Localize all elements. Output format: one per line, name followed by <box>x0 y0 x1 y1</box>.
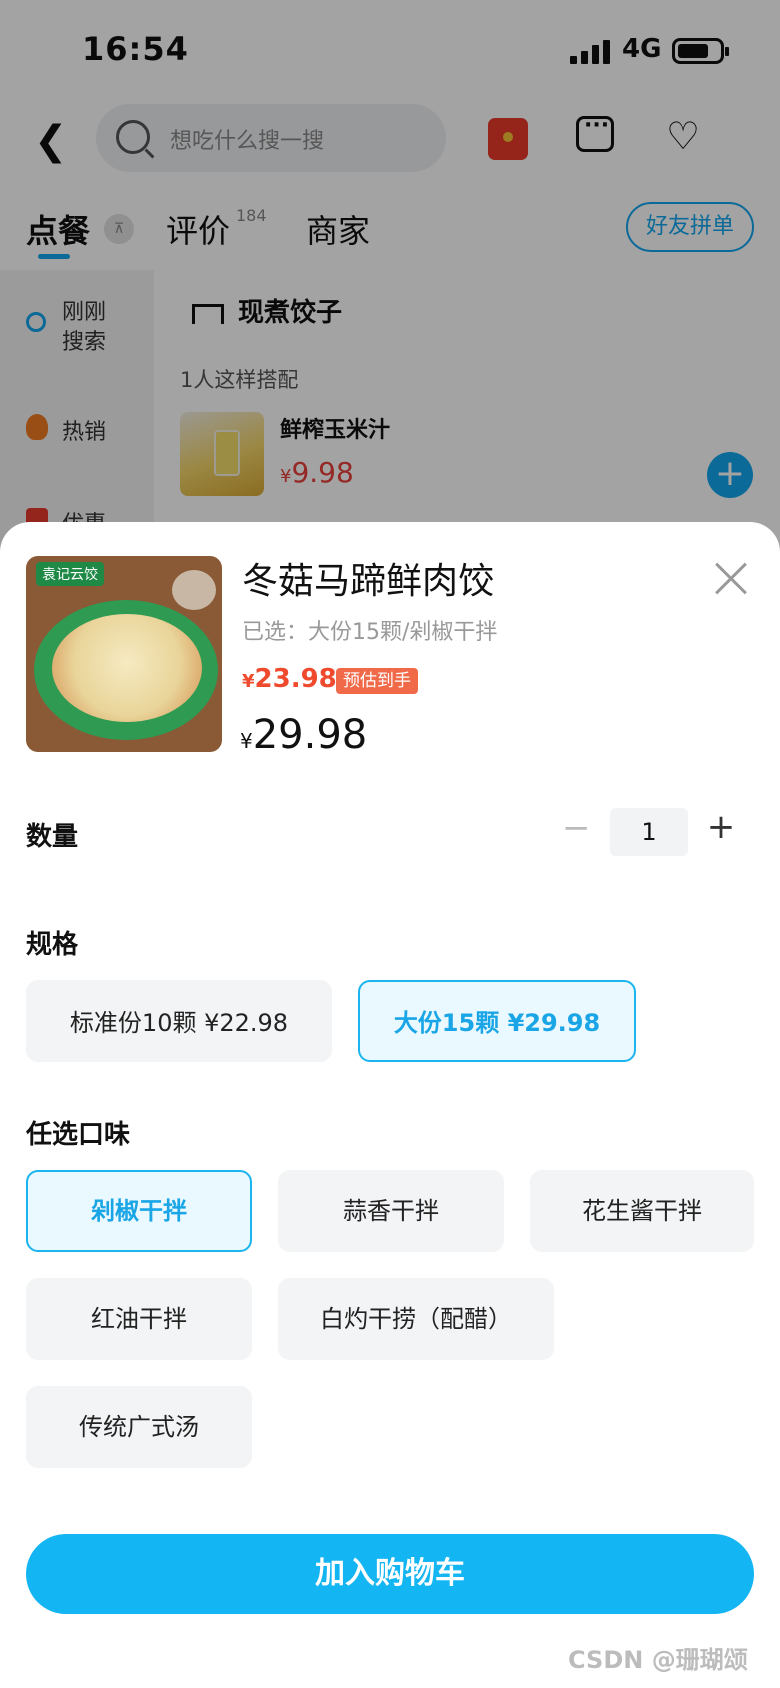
flavor-option-chili[interactable]: 剁椒干拌 <box>26 1170 252 1252</box>
quantity-plus-button[interactable]: + <box>706 810 736 844</box>
close-icon[interactable] <box>712 560 748 596</box>
product-brand-mark: 袁记云饺 <box>36 562 104 586</box>
flavor-option-blanched[interactable]: 白灼干捞（配醋） <box>278 1278 554 1360</box>
flavor-option-cantonese-soup[interactable]: 传统广式汤 <box>26 1386 252 1468</box>
quantity-minus-button[interactable]: − <box>562 811 591 845</box>
product-image: 袁记云饺 <box>26 556 222 752</box>
spec-option-standard[interactable]: 标准份10颗 ¥22.98 <box>26 980 332 1062</box>
spec-label: 规格 <box>26 930 79 960</box>
flavor-option-garlic[interactable]: 蒜香干拌 <box>278 1170 504 1252</box>
product-title: 冬菇马蹄鲜肉饺 <box>242 561 495 602</box>
spec-option-large[interactable]: 大份15颗 ¥29.98 <box>358 980 636 1062</box>
watermark: CSDN @珊瑚颂 <box>568 1646 748 1674</box>
estimated-price: ¥23.98 <box>242 664 337 694</box>
selected-options: 已选：大份15颗/剁椒干拌 <box>242 620 498 645</box>
product-options-sheet: 袁记云饺 冬菇马蹄鲜肉饺 已选：大份15颗/剁椒干拌 ¥23.98 预估到手 ¥… <box>0 522 780 1688</box>
flavor-option-peanut[interactable]: 花生酱干拌 <box>530 1170 754 1252</box>
flavor-label: 任选口味 <box>26 1120 131 1150</box>
quantity-value[interactable]: 1 <box>610 808 688 856</box>
flavor-option-red-oil[interactable]: 红油干拌 <box>26 1278 252 1360</box>
add-to-cart-button[interactable]: 加入购物车 <box>26 1534 754 1614</box>
quantity-label: 数量 <box>26 822 79 852</box>
product-price: ¥29.98 <box>240 712 368 758</box>
estimated-badge: 预估到手 <box>336 668 418 694</box>
